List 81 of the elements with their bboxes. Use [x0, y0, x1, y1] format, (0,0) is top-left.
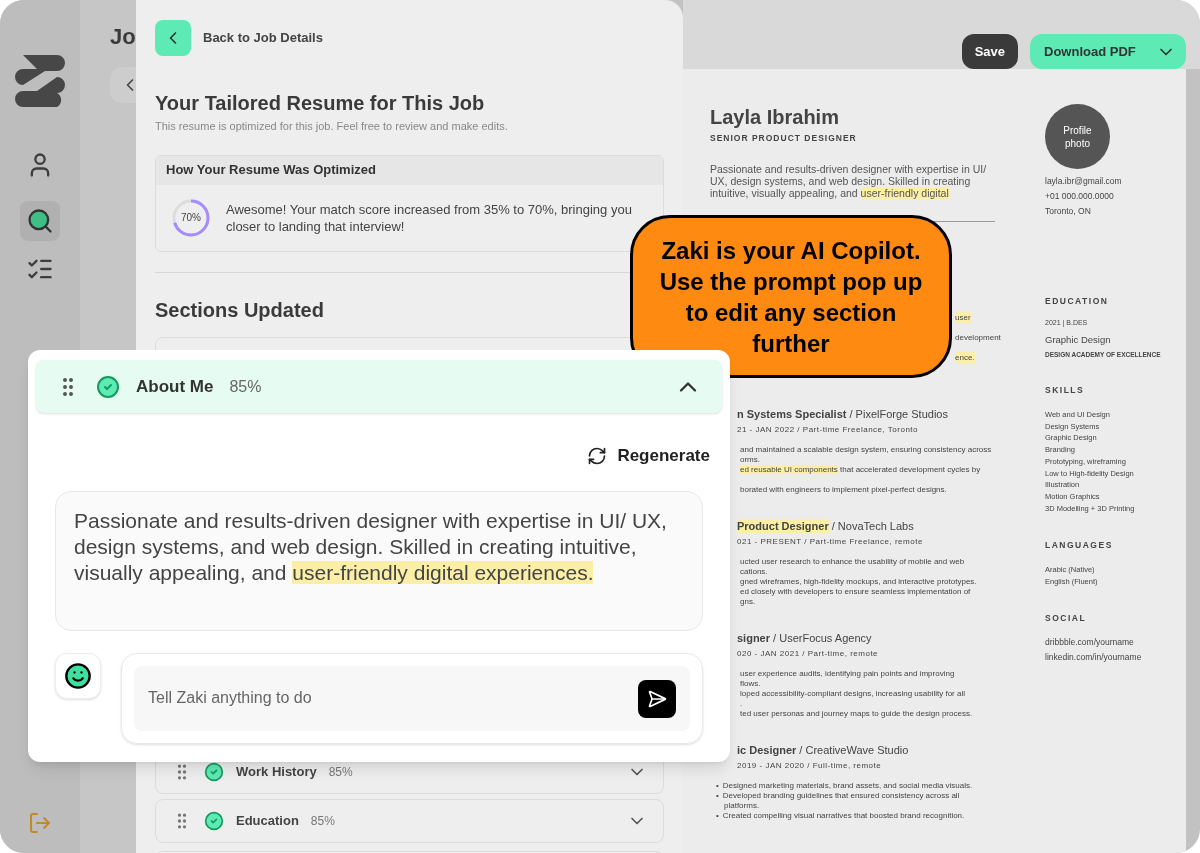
resume-text: cations. — [739, 566, 769, 577]
resume-text: . — [739, 698, 744, 709]
page-title: Jo — [110, 23, 136, 51]
job-dates: 21 - JAN 2022 / Part-time Freelance, Toronto — [736, 423, 920, 436]
resume-name: Layla Ibrahim — [710, 105, 840, 130]
check-circle-icon — [204, 811, 224, 831]
job-company: / CreativeWave Studio — [798, 742, 909, 757]
smiley-icon — [64, 661, 92, 690]
resume-text: ence. — [955, 351, 975, 363]
job-title: n Systems Specialist — [737, 406, 847, 421]
contact-text: layla.ibr@gmail.com — [1045, 175, 1123, 187]
resume-summary: Passionate and results-driven designer with expertise in UI/ UX, design systems, and web design. Skilled in creating intuitive, visually appealing, and user-friendly digital — [710, 162, 988, 199]
resume-list-item: linkedin.com/in/yourname — [1045, 652, 1143, 664]
resume-section-heading: SKILLS — [1045, 384, 1086, 397]
resume-text: gned wireframes, high-fidelity mockups, and interactive prototypes. — [739, 576, 978, 587]
resume-text: Developed branding guidelines that ensured consistency across all — [722, 790, 960, 801]
search-icon[interactable] — [26, 207, 54, 235]
section-score: 85% — [310, 813, 335, 830]
job-dates: 2019 - JAN 2020 / Full-time, remote — [736, 759, 883, 772]
download-pdf-button[interactable]: Download PDF — [1030, 34, 1186, 69]
resume-text: ucted user research to enhance the usability of mobile and web — [739, 556, 966, 567]
page-title: Your Tailored Resume for This Job — [155, 91, 486, 116]
resume-text: flows. — [739, 678, 762, 689]
score-label: 70% — [180, 211, 202, 225]
resume-text: orms. — [739, 454, 761, 465]
contact-text: +01 000.000.0000 — [1045, 190, 1115, 202]
bullet-mark: • — [716, 780, 719, 791]
send-icon[interactable] — [647, 688, 667, 709]
job-dates: 021 - PRESENT / Part-time Freelance, remote — [736, 535, 924, 548]
resume-text: loped accessibility-compliant designs, increasing usability for all — [739, 688, 966, 699]
job-company: / NovaTech Labs — [830, 518, 914, 533]
check-circle-icon — [204, 762, 224, 782]
resume-text: user — [955, 311, 971, 323]
job-title: Product Designer — [737, 518, 829, 533]
section-score: 85% — [229, 376, 262, 397]
score-message: Awesome! Your match score increased from 35% to 70%, bringing you closer to landing that interview! — [226, 200, 633, 235]
contact-text: Toronto, ON — [1045, 205, 1092, 217]
resume-section-heading: LANGUAGES — [1045, 539, 1114, 553]
section-name: Education — [236, 812, 299, 831]
resume-text: development — [955, 331, 1001, 343]
save-button[interactable]: Save — [961, 34, 1018, 69]
section-text-box[interactable]: Passionate and results-driven designer with expertise in UI/ UX, design systems, and web design. Skilled in creating intuitive, visually appealing, and user-friendly digital experiences. — [55, 490, 703, 631]
job-dates: 020 - JAN 2021 / Part-time, remote — [736, 647, 880, 660]
callout-bubble: Zaki is your AI Copilot. Use the prompt pop up to edit any section further — [630, 215, 952, 378]
bullet-mark: • — [716, 790, 719, 801]
regenerate-button[interactable]: Regenerate — [587, 443, 710, 469]
job-title: ic Designer — [737, 742, 797, 757]
resume-text: platforms. — [723, 800, 761, 811]
resume-section-heading: SOCIAL — [1045, 612, 1088, 626]
resume-text: user experience audits, identifying pain points and improving — [739, 668, 956, 679]
bullet-mark: • — [716, 810, 719, 821]
education-degree: Graphic Design — [1045, 333, 1112, 348]
section-name: Work History — [236, 763, 317, 782]
back-link[interactable]: Back to Job Details — [203, 28, 323, 48]
section-score: 85% — [328, 764, 353, 781]
section-row[interactable]: Education 85% — [155, 799, 664, 843]
card-heading: How Your Resume Was Optimized — [166, 161, 376, 180]
logo-icon[interactable] — [15, 55, 65, 107]
job-title: signer — [737, 630, 770, 645]
resume-text: gns. — [739, 596, 757, 607]
page-subtitle: This resume is optimized for this job. Feel free to review and make edits. — [155, 119, 509, 134]
prompt-field[interactable]: Tell Zaki anything to do — [134, 665, 690, 731]
profile-photo: Profile photo — [1045, 104, 1110, 169]
resume-list-item: dribbble.com/yourname — [1045, 637, 1135, 649]
resume-text: ed closely with developers to ensure seamless implementation of — [739, 586, 972, 597]
resume-text: Designed marketing materials, brand assets, and social media visuals. — [722, 780, 973, 791]
search-nav-button[interactable] — [20, 201, 60, 241]
resume-text: and maintained a scalable design system, ensuring consistency across — [739, 444, 993, 455]
section-name: About Me — [136, 375, 214, 398]
refresh-icon[interactable] — [587, 445, 608, 466]
section-heading: Sections Updated — [155, 297, 325, 323]
check-circle-icon — [96, 374, 120, 399]
resume-text: ted user personas and journey maps to guide the design process. — [739, 708, 974, 719]
resume-role: SENIOR PRODUCT DESIGNER — [710, 132, 858, 145]
job-company: / UserFocus Agency — [772, 630, 872, 645]
section-row[interactable]: About Me 85% — [36, 360, 722, 413]
resume-text: Created compelling visual narratives that boosted brand recognition. — [722, 810, 965, 821]
send-button[interactable] — [638, 679, 676, 718]
job-company: / PixelForge Studios — [848, 406, 948, 421]
resume-text: borated with engineers to implement pixel-perfect designs. — [739, 484, 948, 495]
resume-section-heading: EDUCATION — [1045, 295, 1110, 308]
